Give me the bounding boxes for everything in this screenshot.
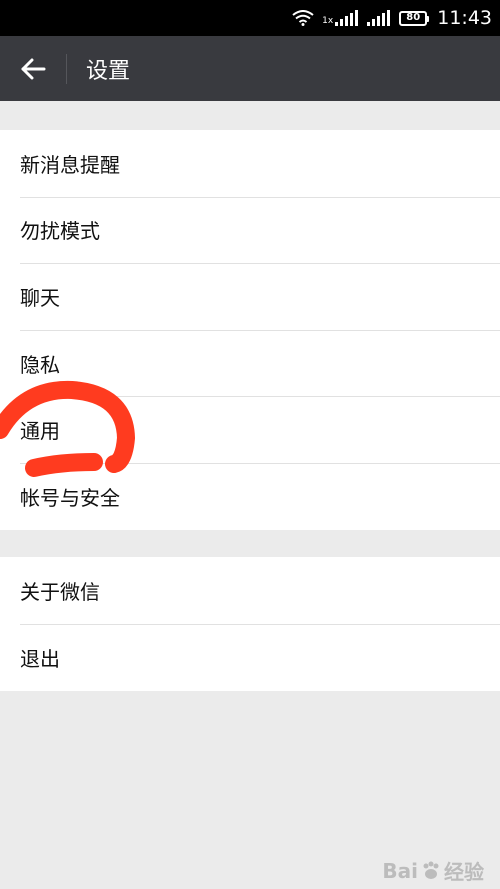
battery-level: 80 — [406, 12, 421, 23]
menu-item-new-message-alerts[interactable]: 新消息提醒 — [0, 130, 500, 197]
status-bar: 1x 80 11:43 — [0, 0, 500, 36]
menu-item-label: 新消息提醒 — [20, 152, 120, 177]
menu-item-label: 聊天 — [20, 285, 60, 310]
menu-item-label: 通用 — [20, 419, 60, 444]
menu-item-do-not-disturb[interactable]: 勿扰模式 — [0, 196, 500, 264]
settings-screen: 1x 80 11:43 设置 新消息提醒 勿扰模式 聊天 隐私 通用 帐号与安全… — [0, 0, 500, 889]
signal-bars-icon — [335, 10, 359, 26]
status-time: 11:43 — [437, 7, 492, 29]
battery-icon: 80 — [399, 10, 430, 26]
page-title: 设置 — [86, 58, 131, 84]
menu-item-privacy[interactable]: 隐私 — [0, 329, 500, 397]
settings-group-secondary: 关于微信 退出 — [0, 557, 500, 691]
menu-item-account-security[interactable]: 帐号与安全 — [0, 462, 500, 530]
menu-item-label: 勿扰模式 — [20, 219, 100, 244]
header-divider — [66, 53, 67, 84]
back-arrow-icon — [21, 58, 46, 79]
baidu-watermark: Bai 经验 — [382, 856, 484, 885]
cellular-signal-1: 1x — [322, 10, 359, 26]
menu-item-label: 帐号与安全 — [20, 485, 120, 510]
signal-bars-2-icon — [367, 10, 391, 26]
menu-item-label: 关于微信 — [20, 580, 100, 604]
header-bar: 设置 — [0, 36, 500, 101]
menu-item-about-wechat[interactable]: 关于微信 — [0, 557, 500, 624]
paw-icon — [423, 861, 439, 879]
network-type-label: 1x — [322, 16, 334, 26]
back-button[interactable] — [0, 36, 66, 101]
wifi-icon — [292, 10, 314, 26]
menu-item-label: 退出 — [20, 647, 60, 671]
menu-item-label: 隐私 — [20, 352, 60, 377]
menu-item-chat[interactable]: 聊天 — [0, 263, 500, 330]
settings-group-main: 新消息提醒 勿扰模式 聊天 隐私 通用 帐号与安全 — [0, 130, 500, 530]
menu-item-logout[interactable]: 退出 — [0, 624, 500, 691]
watermark-text-2: 经验 — [444, 860, 484, 884]
watermark-text: Bai — [382, 858, 418, 883]
menu-item-general[interactable]: 通用 — [0, 396, 500, 463]
